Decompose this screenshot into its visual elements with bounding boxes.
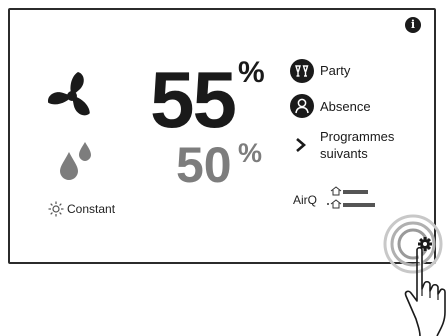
outdoor-house-icon bbox=[327, 199, 342, 209]
next-programs-label-line1: Programmes bbox=[320, 129, 395, 144]
current-humidity-unit: % bbox=[238, 56, 265, 89]
party-button[interactable]: Party bbox=[290, 58, 400, 84]
air-quality-outdoor-bar bbox=[343, 203, 375, 207]
mode-label[interactable]: Constant bbox=[67, 202, 115, 216]
cocktail-glasses-icon bbox=[290, 59, 314, 83]
sun-icon bbox=[48, 201, 64, 217]
target-humidity-unit: % bbox=[238, 138, 263, 168]
current-humidity-value: 55 bbox=[150, 55, 237, 144]
air-quality-label: AirQ bbox=[293, 193, 317, 207]
target-humidity-value[interactable]: 50 bbox=[176, 140, 232, 190]
chevron-right-icon bbox=[296, 138, 306, 152]
indoor-house-icon bbox=[330, 186, 342, 196]
pointing-hand-icon bbox=[404, 246, 446, 336]
absence-button[interactable]: Absence bbox=[290, 93, 400, 119]
next-programs-label-line2: suivants bbox=[320, 146, 368, 161]
air-quality-indoor-bar bbox=[343, 190, 368, 194]
absence-label: Absence bbox=[320, 99, 371, 114]
party-label: Party bbox=[320, 63, 351, 78]
person-icon bbox=[290, 94, 314, 118]
fan-icon[interactable] bbox=[44, 68, 100, 124]
info-icon[interactable]: i bbox=[405, 17, 421, 33]
next-programs-button[interactable]: Programmes suivants bbox=[293, 128, 413, 164]
droplets-icon bbox=[60, 142, 91, 180]
